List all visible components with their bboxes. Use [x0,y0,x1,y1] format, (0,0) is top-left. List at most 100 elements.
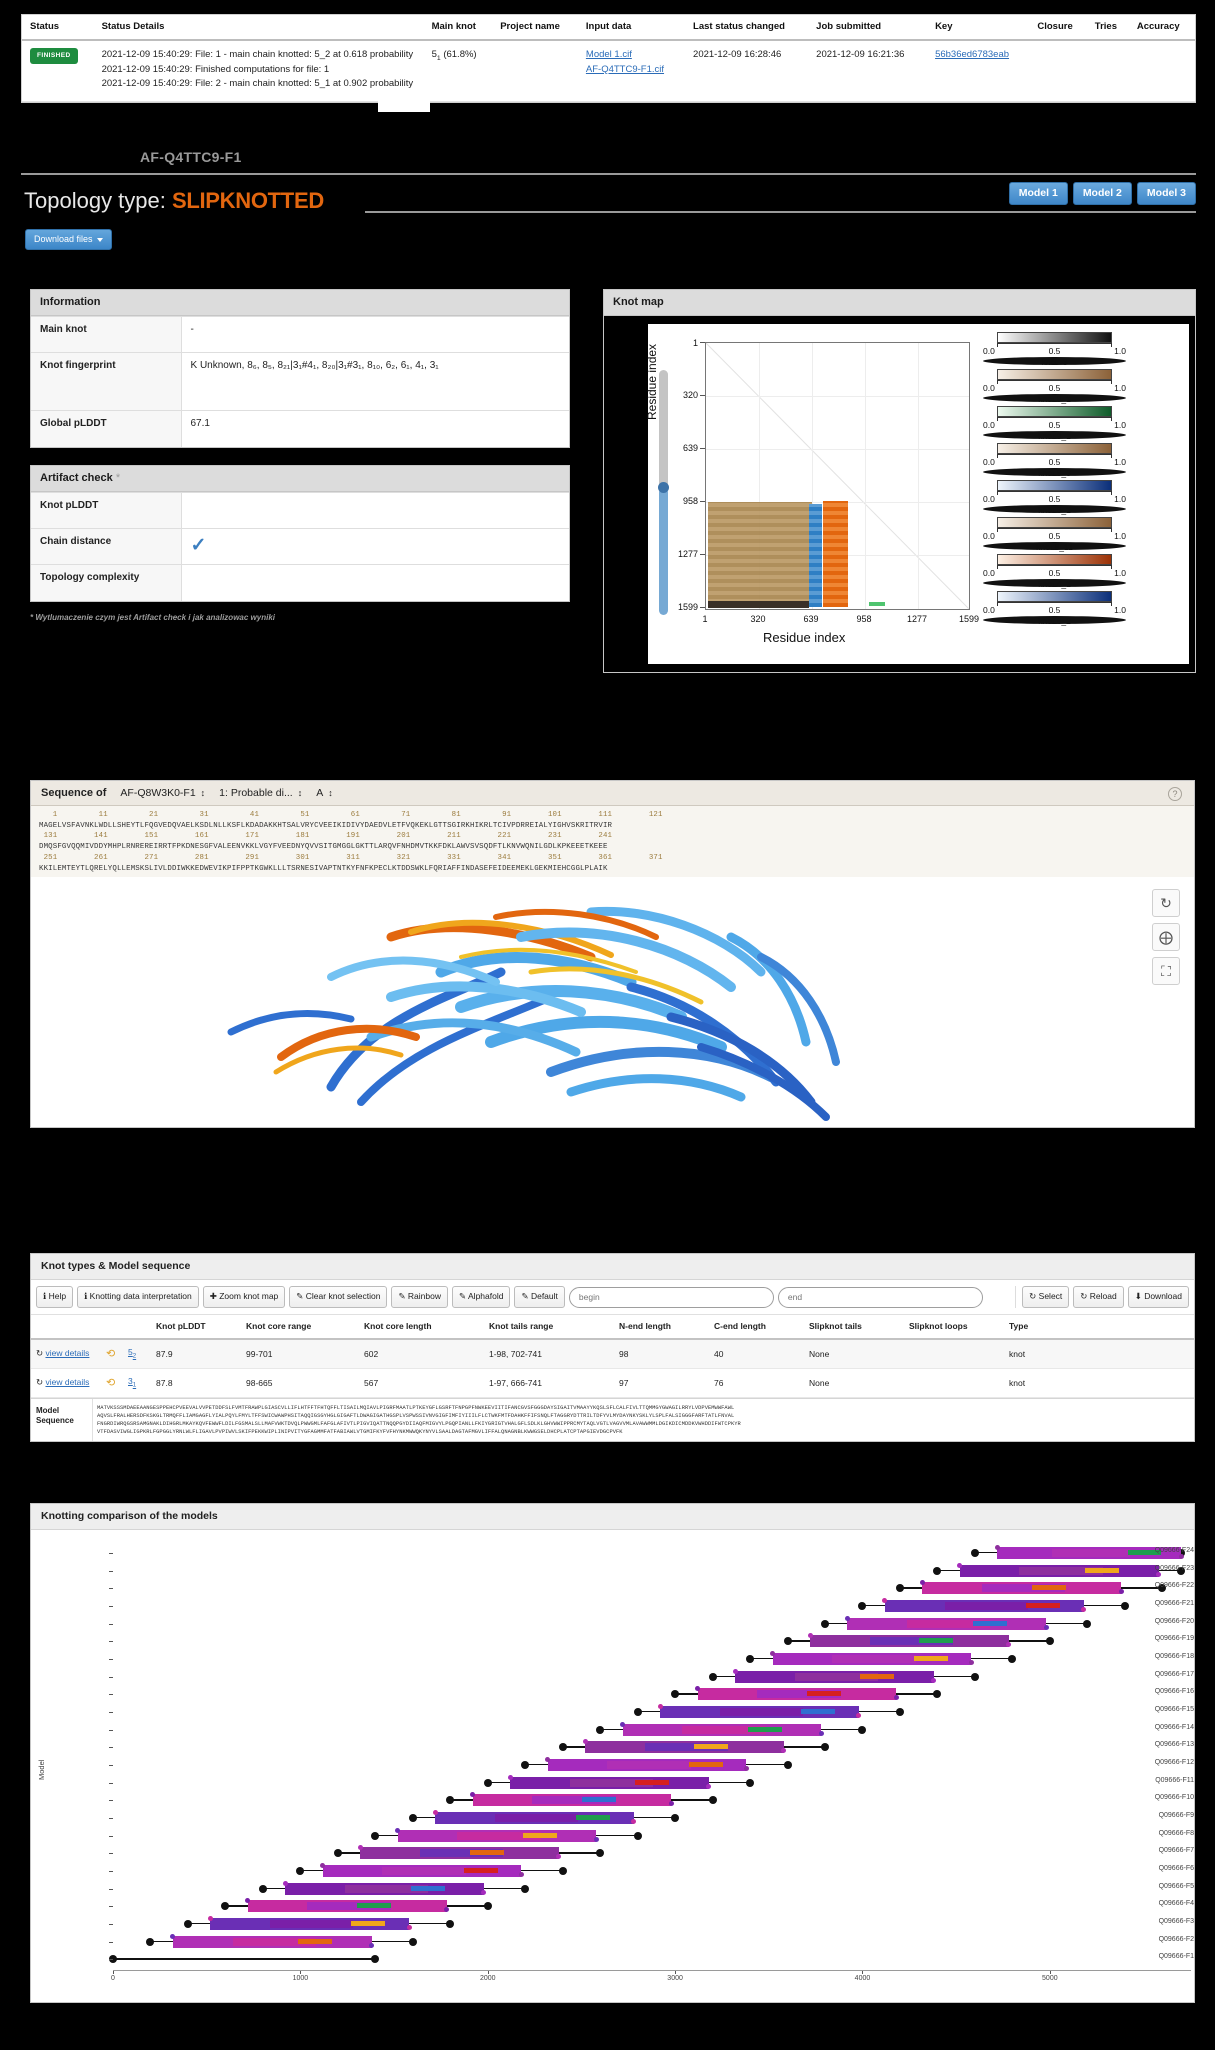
letter-select[interactable]: A ↕ [316,787,333,799]
accuracy-cell [1128,40,1195,103]
sequence-residues: DMQSFGVQQMIVDDYMHPLRNREREIRRTFPKDNESGFVA… [39,843,608,852]
view-details-cell[interactable]: ↻ view details [31,1368,101,1398]
chart-bar-row[interactable] [31,1686,1181,1701]
view-details-cell[interactable]: ↻ view details [31,1339,101,1369]
model-3-button[interactable]: Model 3 [1136,182,1196,205]
chart-whisker-cap-left [408,1813,417,1822]
refresh-icon[interactable]: ↻ [1152,889,1180,918]
info-key: Main knot [31,316,182,353]
chart-bar-row[interactable] [31,1739,1181,1754]
rainbow-button[interactable]: ✎ Rainbow [391,1286,448,1308]
chart-y-tickmark [109,1623,113,1625]
view-details-link[interactable]: view details [45,1348,89,1358]
kt-col-c-end: C-end length [709,1315,804,1340]
view-details-link[interactable]: view details [45,1377,89,1387]
chart-bar-row[interactable] [31,1668,1181,1684]
chart-bar-row[interactable] [31,1952,1181,1966]
knot-tails-range: 1-97, 666-741 [484,1368,614,1398]
fullscreen-icon[interactable]: ⛶ [1152,957,1180,986]
help-button[interactable]: ℹ Help [36,1286,74,1308]
status-detail-line: 2021-12-09 15:40:29: File: 2 - main chai… [101,78,414,90]
knotting-data-interpretation-button[interactable]: ℹ Knotting data interpretation [77,1286,199,1308]
chart-core-endpoint [781,1748,787,1754]
key-link[interactable]: 56b36ed6783eab [935,48,1023,63]
chart-whisker-cap-left [783,1637,792,1646]
chart-bar-row[interactable] [31,1792,1181,1807]
chart-bar-row[interactable] [31,1898,1181,1913]
chart-bar-row[interactable] [31,1544,1185,1560]
col-status: Status [22,15,94,41]
chain-select[interactable]: 1: Probable di... ↕ [219,787,302,799]
knot-map-plot[interactable] [705,342,970,610]
legend-tick: 0.0 [983,568,995,578]
begin-input[interactable] [568,1286,774,1308]
chart-bar-row[interactable] [31,1915,1181,1931]
chart-whisker-cap-left [296,1866,305,1875]
chart-bar-row[interactable] [31,1597,1181,1613]
help-icon[interactable]: ? [1168,787,1182,801]
end-input[interactable] [777,1286,983,1308]
clear-knot-selection-button[interactable]: ✎ Clear knot selection [289,1286,388,1308]
chart-y-tickmark [109,1747,113,1749]
model-1-button[interactable]: Model 1 [1008,182,1068,205]
input-file-link[interactable]: AF-Q4TTC9-F1.cif [586,63,679,78]
model-2-button[interactable]: Model 2 [1072,182,1132,205]
chart-accent-segment [469,1850,504,1856]
chart-y-tickmark [109,1605,113,1607]
knot-map-slider[interactable] [658,370,669,615]
knot-region-brown [708,502,812,607]
center-icon[interactable]: ⨁ [1152,923,1180,952]
legend-label: knot 8_3 [983,468,1126,478]
legend-label: knot 6_1 [983,505,1126,515]
chart-bar-row[interactable] [31,1862,1181,1878]
legend-item: 0.0 0.5 1.0 knot 4_1 [983,552,1183,589]
information-panel: Information Main knot - Knot fingerprint… [30,289,570,448]
model-select[interactable]: AF-Q8W3K0-F1 ↕ [120,787,205,799]
chart-bar-row[interactable] [31,1933,1181,1949]
chart-bar-row[interactable] [31,1562,1185,1578]
chart-bar-row[interactable] [31,1827,1181,1843]
structure-viewer[interactable]: ↻ ⨁ ⛶ [31,877,1194,1128]
default-button[interactable]: ✎ Default [514,1286,565,1308]
sequence-text-block[interactable]: 1 11 21 31 41 51 61 71 81 91 101 111 121… [31,806,1194,878]
chart-bar-row[interactable] [31,1809,1181,1825]
chart-bar-row[interactable] [31,1845,1181,1860]
slider-handle[interactable] [658,482,669,493]
x-tick-label: 639 [803,614,819,624]
knot-type: knot [1004,1368,1194,1398]
col-input-data: Input data [577,15,686,41]
chart-bar-row[interactable] [31,1703,1181,1719]
model-sequence-text[interactable]: MATVKSSSMDAEEAANGESPPEHCPVEEVALVVPETDDFS… [93,1399,1194,1441]
chart-bar-row[interactable] [31,1650,1181,1666]
input-file-link[interactable]: Model 1.cif [586,48,679,63]
chart-bar-row[interactable] [31,1615,1181,1631]
knot-icon: ⟲ [106,1348,116,1360]
chart-bar-row[interactable] [31,1721,1181,1737]
status-details-cell: 2021-12-09 15:40:29: File: 1 - main chai… [93,40,424,103]
artifact-key: Chain distance [31,528,182,565]
table-row: Topology complexity [31,564,569,601]
download-button[interactable]: ⬇ Download [1127,1286,1189,1308]
info-value: 67.1 [181,410,569,447]
legend-label: knot 8_1 [983,394,1126,404]
header-divider [21,173,1196,175]
comparison-chart[interactable]: Model Q09666-F1 Q09666-F2 Q09666-F3 Q09666-… [31,1530,1194,1995]
chart-x-tickmark [487,1971,489,1974]
select-button[interactable]: ↻ Select [1022,1286,1070,1308]
chart-y-tickmark [109,1658,113,1660]
model-sequence-label: Model Sequence [31,1399,93,1442]
reload-button[interactable]: ↻ Reload [1073,1286,1124,1308]
chart-y-tickmark [109,1694,113,1696]
zoom-knot-map-button[interactable]: ✚ Zoom knot map [202,1286,286,1308]
chart-whisker-cap-left [371,1831,380,1840]
chart-whisker-cap-left [483,1778,492,1787]
legend-tick: 0.5 [1048,531,1061,541]
chart-bar-row[interactable] [31,1774,1181,1790]
chart-bar-row[interactable] [31,1880,1181,1896]
chart-bar-row[interactable] [31,1756,1181,1772]
chart-bar-row[interactable] [31,1580,1181,1595]
alphafold-button[interactable]: ✎ Alphafold [452,1286,511,1308]
download-files-button[interactable]: Download files [25,229,112,250]
chart-y-tick-label: Q09666-F20 [1154,1617,1194,1625]
chart-bar-row[interactable] [31,1633,1181,1648]
